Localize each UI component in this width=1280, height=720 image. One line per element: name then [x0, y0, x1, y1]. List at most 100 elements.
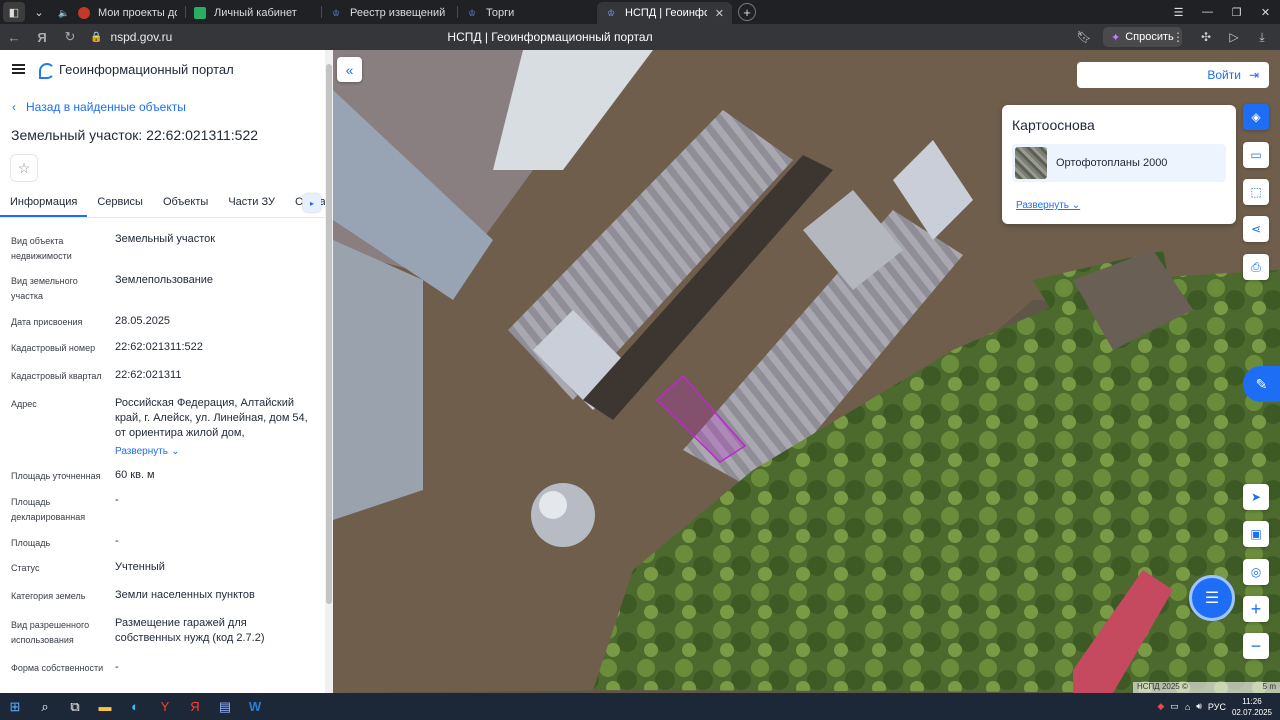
menu-icon[interactable]: ☰	[1164, 0, 1193, 24]
lock-icon: 🔒	[90, 31, 103, 43]
file-explorer-icon[interactable]: ▬	[90, 693, 120, 720]
browser-tab-strip: ◧ ⌄ 🔈 Мои проекты документо Личный кабин…	[0, 0, 1280, 24]
attr-key: Вид объекта недвижимости	[11, 236, 72, 261]
attr-value: -	[115, 661, 119, 673]
basemap-option[interactable]: Ортофотопланы 2000	[1012, 144, 1226, 182]
attr-value: 22:62:021311:522	[115, 341, 203, 353]
yandex-icon[interactable]: Я	[180, 693, 210, 720]
expand-address-link[interactable]: Развернуть	[115, 446, 168, 457]
tab-title: Торги	[486, 7, 515, 19]
back-arrow-icon[interactable]: ←	[0, 24, 28, 50]
tab-favicon	[78, 7, 90, 19]
network-icon[interactable]: ⌂	[1185, 702, 1190, 712]
attr-key: Категория земель	[11, 591, 86, 601]
basemap-panel: Картооснова Ортофотопланы 2000 Развернут…	[1002, 105, 1236, 224]
ruler-icon[interactable]: ▭	[1243, 142, 1269, 168]
locate-icon[interactable]: ➤	[1243, 484, 1269, 510]
attr-key: Вид земельного участка	[11, 276, 78, 301]
attr-key: Форма собственности	[11, 663, 104, 673]
emblem-icon: ♔	[606, 7, 616, 18]
chevron-down-icon[interactable]: ⌄	[171, 446, 179, 457]
more-vertical-icon[interactable]: ⋮	[1164, 24, 1192, 50]
url-field[interactable]: 🔒 nspd.gov.ru	[90, 26, 1100, 48]
layers-icon[interactable]: ◈	[1243, 104, 1269, 130]
share-icon[interactable]: ⋖	[1243, 216, 1269, 242]
object-title: Земельный участок: 22:62:021311:522	[11, 127, 259, 143]
basemap-expand-link[interactable]: Развернуть ⌄	[1016, 200, 1080, 211]
tray-app-icon[interactable]: ◆	[1157, 701, 1164, 712]
attr-key: Вид разрешенного использования	[11, 620, 90, 645]
attr-value: Размещение гаражей для собственных нужд …	[115, 617, 265, 644]
attr-key: Дата присвоения	[11, 317, 83, 327]
login-icon: ⇥	[1248, 68, 1259, 82]
language-indicator[interactable]: РУС	[1208, 702, 1226, 712]
yandex-icon[interactable]: Я	[28, 24, 56, 50]
restore-icon[interactable]: ❐	[1222, 0, 1251, 24]
scrollbar-thumb[interactable]	[326, 64, 332, 604]
zoom-in-button[interactable]: +	[1243, 596, 1269, 622]
edge-icon[interactable]: ◐	[120, 693, 150, 720]
close-window-icon[interactable]: ✕	[1251, 0, 1280, 24]
browser-tab-2[interactable]: ♔ Реестр извещений	[322, 2, 457, 24]
geolocation-icon[interactable]: ◎	[1243, 559, 1269, 585]
volume-icon[interactable]: 🔊︎	[1196, 701, 1202, 712]
browser-tab-3[interactable]: ♔ Торги	[458, 2, 593, 24]
attr-key: Кадастровый квартал	[11, 371, 102, 381]
tray-app-icon[interactable]: ▭	[1170, 701, 1179, 712]
feedback-icon[interactable]: ✎	[1243, 366, 1280, 402]
yandex-browser-icon[interactable]: Y	[150, 693, 180, 720]
attr-key: Адрес	[11, 399, 37, 409]
new-tab-button[interactable]: +	[738, 3, 756, 21]
tab-favicon	[194, 7, 206, 19]
select-area-icon[interactable]: ⬚	[1243, 179, 1269, 205]
hamburger-menu-icon[interactable]	[12, 64, 25, 74]
chat-icon[interactable]: ☰	[1189, 575, 1235, 621]
tab-information[interactable]: Информация	[0, 190, 88, 217]
search-icon[interactable]: ⌕	[30, 693, 60, 720]
task-view-icon[interactable]: ⧉	[60, 693, 90, 720]
close-icon[interactable]: ✕	[715, 7, 724, 20]
tab-title: Реестр извещений	[350, 7, 446, 19]
minimap-icon[interactable]: ▣	[1243, 521, 1269, 547]
zoom-out-button[interactable]: −	[1243, 633, 1269, 659]
url-text: nspd.gov.ru	[110, 30, 173, 44]
tab-services[interactable]: Сервисы	[87, 190, 153, 217]
panel-scrollbar[interactable]	[325, 50, 333, 693]
attr-value: Землепользование	[115, 274, 214, 286]
attr-key: Площадь декларированная	[11, 497, 86, 522]
back-to-results-link[interactable]: ‹ Назад в найденные объекты	[12, 100, 186, 114]
scale-bar: 5 m	[1262, 682, 1276, 691]
media-icon[interactable]: ▷	[1220, 24, 1248, 50]
attr-key: Площадь	[11, 538, 51, 548]
attr-value: -	[115, 494, 119, 506]
tab-title: Мои проекты документо	[98, 7, 177, 19]
portal-logo[interactable]: Геоинформационный портал	[39, 62, 234, 79]
clock[interactable]: 11:26 02.07.2025	[1232, 696, 1272, 718]
browser-tab-0[interactable]: 🔈 Мои проекты документо	[50, 2, 185, 24]
print-icon[interactable]: ⎙	[1243, 254, 1269, 280]
tab-title: НСПД | Геоинформаци	[625, 7, 707, 19]
bookmark-icon[interactable]: 🔖︎	[1074, 24, 1094, 50]
reload-icon[interactable]: ↻	[56, 24, 84, 50]
object-info-panel: Геоинформационный портал ‹ Назад в найде…	[0, 50, 333, 693]
info-tabs: Информация Сервисы Объекты Части ЗУ Сост…	[0, 190, 326, 218]
favorite-star-icon[interactable]: ☆	[10, 154, 38, 182]
sidebar-toggle-icon[interactable]: ◧	[3, 2, 25, 22]
download-icon[interactable]: ⤓	[1248, 24, 1276, 50]
minimize-icon[interactable]: —	[1193, 0, 1222, 24]
login-button[interactable]: Войти ⇥	[1077, 62, 1269, 88]
windows-taskbar: ⊞ ⌕ ⧉ ▬ ◐ Y Я ▤ W ◆ ▭ ⌂ 🔊︎ РУС 11:26 02.…	[0, 693, 1280, 720]
app-icon[interactable]: ▤	[210, 693, 240, 720]
word-icon[interactable]: W	[240, 693, 270, 720]
browser-tab-4[interactable]: ♔ НСПД | Геоинформаци ✕	[597, 2, 732, 24]
extensions-icon[interactable]: ✣	[1192, 24, 1220, 50]
browser-tab-1[interactable]: Личный кабинет	[186, 2, 321, 24]
tab-menu-chevron-icon[interactable]: ⌄	[28, 2, 50, 22]
windows-start-icon[interactable]: ⊞	[0, 693, 30, 720]
tabs-scroll-right-icon[interactable]: ▸	[303, 194, 321, 212]
chevron-left-icon: ‹	[12, 100, 16, 114]
tab-parts[interactable]: Части ЗУ	[218, 190, 285, 217]
sparkle-icon: ✦	[1111, 31, 1121, 44]
collapse-panel-button[interactable]: «	[337, 57, 362, 82]
tab-objects[interactable]: Объекты	[153, 190, 218, 217]
